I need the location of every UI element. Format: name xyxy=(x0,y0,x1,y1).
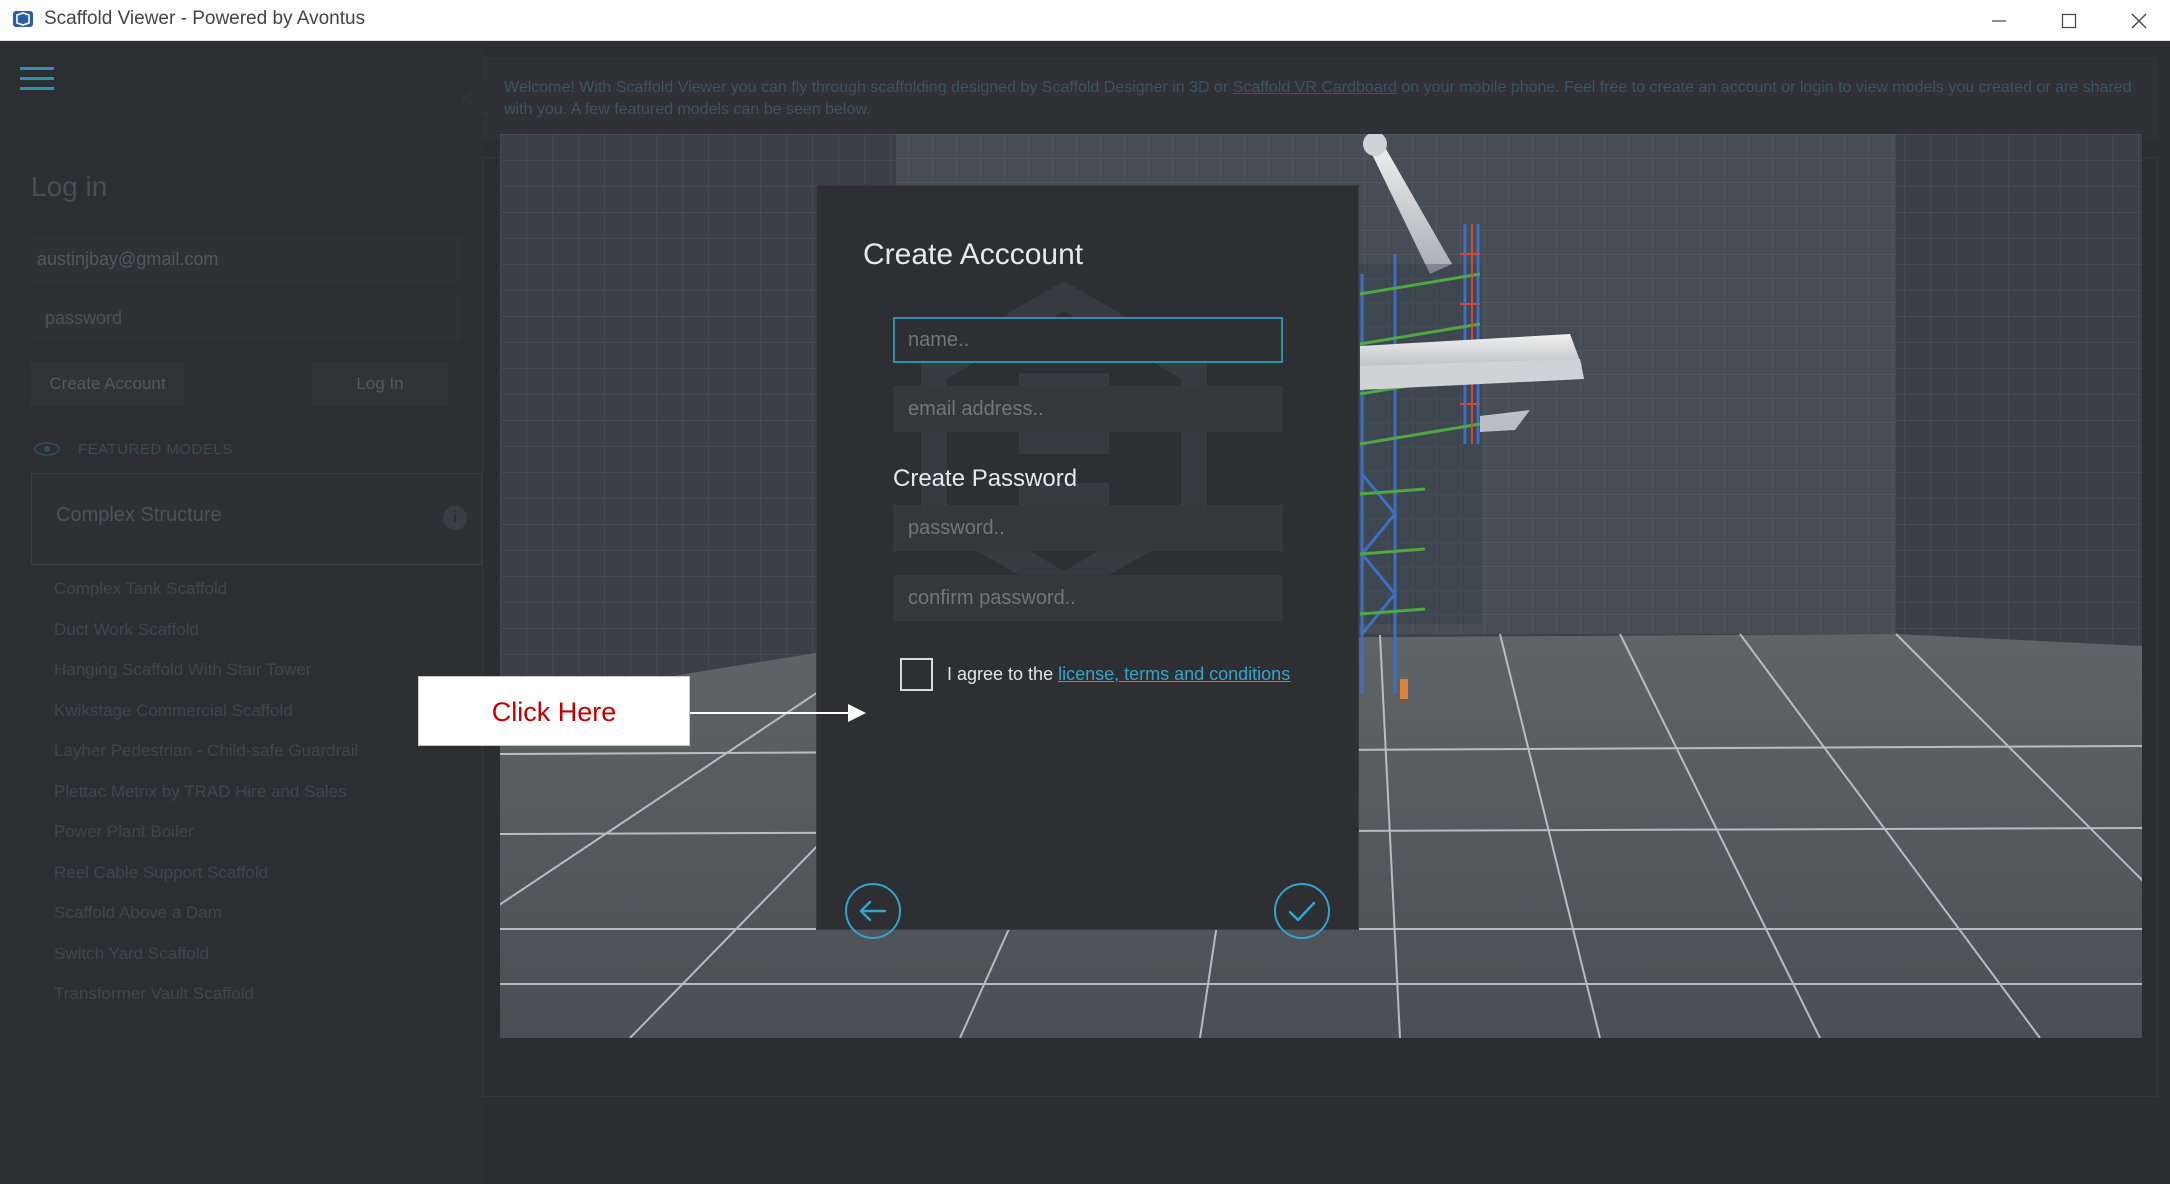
create-account-dialog: Create Acccount Create Password I agree … xyxy=(816,185,1359,939)
confirm-password-input[interactable] xyxy=(893,575,1283,621)
model-list-item[interactable]: Switch Yard Scaffold xyxy=(54,944,358,985)
minimize-button[interactable] xyxy=(1964,0,2034,41)
sidebar-create-account-button[interactable]: Create Account xyxy=(31,362,184,406)
password-input[interactable] xyxy=(893,505,1283,551)
info-icon[interactable]: i xyxy=(443,506,467,530)
create-password-label: Create Password xyxy=(893,465,1078,492)
sidebar-login-button[interactable]: Log In xyxy=(312,362,448,406)
login-password-field[interactable]: password xyxy=(31,296,461,340)
featured-models-header: FEATURED MODELS xyxy=(78,441,233,458)
featured-card-title: Complex Structure xyxy=(56,504,222,526)
eye-icon xyxy=(34,442,60,456)
model-list-item[interactable]: Duct Work Scaffold xyxy=(54,620,358,661)
callout-arrow-icon xyxy=(690,704,866,722)
title-bar: Scaffold Viewer - Powered by Avontus xyxy=(0,0,2170,41)
back-button[interactable] xyxy=(845,883,901,939)
agree-label: I agree to the license, terms and condit… xyxy=(947,664,1291,684)
featured-card[interactable]: Complex Structure i xyxy=(31,473,482,565)
minimize-icon xyxy=(1992,19,2006,22)
model-list-item[interactable]: Scaffold Above a Dam xyxy=(54,903,358,944)
menu-icon[interactable] xyxy=(20,63,56,93)
maximize-button[interactable] xyxy=(2034,0,2104,41)
model-list-item[interactable]: Reel Cable Support Scaffold xyxy=(54,863,358,904)
close-button[interactable] xyxy=(2104,0,2170,41)
window-title: Scaffold Viewer - Powered by Avontus xyxy=(44,8,366,29)
login-email-field[interactable]: austinjbay@gmail.com xyxy=(31,237,461,281)
close-icon xyxy=(2131,13,2147,28)
model-list-item[interactable]: Power Plant Boiler xyxy=(54,822,358,863)
model-list-item[interactable]: Plettac Metrix by TRAD Hire and Sales xyxy=(54,782,358,823)
welcome-banner: Welcome! With Scaffold Viewer you can fl… xyxy=(460,57,2158,139)
arrow-left-icon xyxy=(859,900,887,922)
login-title: Log in xyxy=(31,171,108,202)
dialog-title: Create Acccount xyxy=(863,238,1084,271)
model-list-item[interactable]: Kwikstage Commercial Scaffold xyxy=(54,701,358,742)
maximize-icon xyxy=(2061,13,2077,28)
name-input[interactable] xyxy=(893,317,1283,363)
model-list-item[interactable]: Hanging Scaffold With Stair Tower xyxy=(54,660,358,701)
email-input[interactable] xyxy=(893,386,1283,432)
welcome-text: Welcome! With Scaffold Viewer you can fl… xyxy=(504,79,2132,118)
model-list-item[interactable]: Layher Pedestrian - Child-safe Guardrail xyxy=(54,741,358,782)
submit-button[interactable] xyxy=(1274,883,1330,939)
terms-link[interactable]: license, terms and conditions xyxy=(1058,664,1290,684)
click-here-callout: Click Here xyxy=(418,676,690,746)
vr-cardboard-link[interactable]: Scaffold VR Cardboard xyxy=(1233,79,1397,96)
model-list-item[interactable]: Transformer Vault Scaffold xyxy=(54,984,358,1025)
agree-checkbox[interactable] xyxy=(900,658,933,691)
app-logo-icon xyxy=(13,11,33,27)
sidebar: Log in austinjbay@gmail.com password Cre… xyxy=(0,41,482,1184)
featured-model-list: Complex Tank Scaffold Duct Work Scaffold… xyxy=(54,579,358,1025)
checkmark-icon xyxy=(1288,901,1316,922)
model-list-item[interactable]: Complex Tank Scaffold xyxy=(54,579,358,620)
